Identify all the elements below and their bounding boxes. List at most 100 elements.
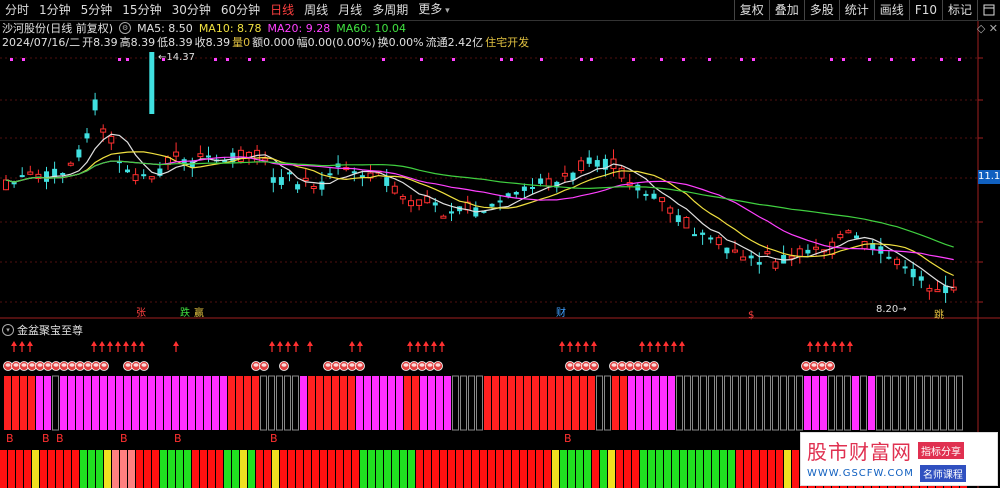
period-tab-9[interactable]: 多周期 <box>367 0 413 20</box>
diamond-icon[interactable]: ◇ ✕ <box>977 22 998 35</box>
candle-body <box>886 256 892 259</box>
signal-bar <box>540 376 547 430</box>
signal-bar <box>452 375 459 431</box>
coin-shine <box>21 363 27 367</box>
signal-dot <box>958 58 961 61</box>
signal-bar <box>684 375 691 431</box>
tool-button-1[interactable]: 叠加 <box>768 0 804 20</box>
tool-button-2[interactable]: 多股 <box>803 0 839 20</box>
signal-bar <box>36 376 43 430</box>
trend-stripe-bar <box>712 450 719 488</box>
trend-stripe-bar <box>592 450 599 488</box>
signal-dot <box>118 58 121 61</box>
period-tab-4[interactable]: 30分钟 <box>167 0 216 20</box>
tool-button-4[interactable]: 画线 <box>873 0 909 20</box>
trend-stripe-bar <box>440 450 447 488</box>
tool-button-6[interactable]: 标记 <box>941 0 977 20</box>
kline-chart[interactable]: ←14.378.20→张跌赢财$跳11.1BBBBBBB <box>0 0 1000 488</box>
candle-body <box>561 172 568 177</box>
candle-body <box>538 178 544 184</box>
buy-arrow-icon <box>91 341 97 346</box>
period-tab-3[interactable]: 15分钟 <box>117 0 166 20</box>
trend-stripe-bar <box>248 450 255 488</box>
trend-stripe-bar <box>416 450 423 488</box>
period-tab-0[interactable]: 分时 <box>0 0 34 20</box>
coin-shine <box>37 363 43 367</box>
period-tab-7[interactable]: 周线 <box>299 0 333 20</box>
trend-stripe-bar <box>600 450 607 488</box>
watermark-url: WWW.GSCFW.COM <box>807 468 914 479</box>
window-icon[interactable] <box>977 0 1000 20</box>
buy-arrow-icon <box>11 341 17 346</box>
date-label: 2024/07/16/二 <box>2 36 81 49</box>
candle-body <box>894 258 900 266</box>
coin-shine <box>101 363 107 367</box>
signal-bar <box>436 376 443 430</box>
coin-shine <box>125 363 131 367</box>
trend-stripe-bar <box>384 450 391 488</box>
coin-shine <box>627 363 633 367</box>
period-tab-10[interactable]: 更多 <box>413 0 454 21</box>
period-tab-8[interactable]: 月线 <box>333 0 367 20</box>
signal-bar <box>204 376 211 430</box>
candle-body <box>44 171 49 182</box>
coin-shine <box>411 363 417 367</box>
trend-stripe-bar <box>320 450 327 488</box>
coin-shine <box>141 363 147 367</box>
signal-bar <box>356 376 363 430</box>
tool-button-3[interactable]: 统计 <box>838 0 874 20</box>
coin-shine <box>85 363 91 367</box>
candle-body <box>724 247 730 254</box>
trend-stripe-bar <box>504 450 511 488</box>
signal-bar <box>404 376 411 430</box>
period-tab-6[interactable]: 日线 <box>265 0 299 20</box>
tool-button-0[interactable]: 复权 <box>733 0 769 20</box>
trend-stripe-bar <box>552 450 559 488</box>
candle-body <box>788 255 795 259</box>
signal-bar <box>60 376 67 430</box>
signal-bar <box>900 375 907 431</box>
trend-stripe-bar <box>632 450 639 488</box>
signal-bar <box>228 376 235 430</box>
trend-stripe-bar <box>80 450 87 488</box>
amount-label: 额0.000 <box>252 36 295 49</box>
tool-button-5[interactable]: F10 <box>908 0 942 20</box>
trend-stripe-bar <box>536 450 543 488</box>
gear-icon[interactable]: ⚙ <box>119 22 132 34</box>
trend-stripe-bar <box>648 450 655 488</box>
signal-bar <box>852 376 859 430</box>
trend-stripe-bar <box>160 450 167 488</box>
trend-stripe-bar <box>368 450 375 488</box>
signal-bar <box>420 376 427 430</box>
signal-dot <box>912 58 915 61</box>
signal-bar <box>444 376 451 430</box>
trend-stripe-bar <box>512 450 519 488</box>
signal-bar <box>628 376 635 430</box>
period-tab-2[interactable]: 5分钟 <box>76 0 118 20</box>
collapse-icon[interactable]: ▾ <box>2 324 14 336</box>
signal-dot <box>660 58 663 61</box>
candle-body <box>732 249 738 253</box>
candle-body <box>416 199 423 206</box>
buy-arrow-icon <box>591 341 597 346</box>
signal-dot <box>420 58 423 61</box>
candle-body <box>692 234 697 237</box>
buy-arrow-icon <box>19 341 25 346</box>
signal-bar <box>220 376 227 430</box>
ma10-line <box>5 151 954 277</box>
trend-stripe-bar <box>432 450 439 488</box>
period-tab-5[interactable]: 60分钟 <box>216 0 265 20</box>
ma10-label: MA10: 8.78 <box>198 21 262 35</box>
signal-bar <box>780 375 787 431</box>
buy-arrow-icon <box>293 341 299 346</box>
signal-bar <box>52 375 59 431</box>
quote-info-line: 2024/07/16/二 开8.39 高8.39 低8.39 收8.39 量0 … <box>2 35 529 49</box>
period-tab-1[interactable]: 1分钟 <box>34 0 76 20</box>
signal-bar <box>276 375 283 431</box>
ma20-line <box>5 156 954 261</box>
signal-bar <box>12 376 19 430</box>
trend-stripe-bar <box>376 450 383 488</box>
coin-shine <box>45 363 51 367</box>
signal-bar <box>156 376 163 430</box>
coin-shine <box>53 363 59 367</box>
